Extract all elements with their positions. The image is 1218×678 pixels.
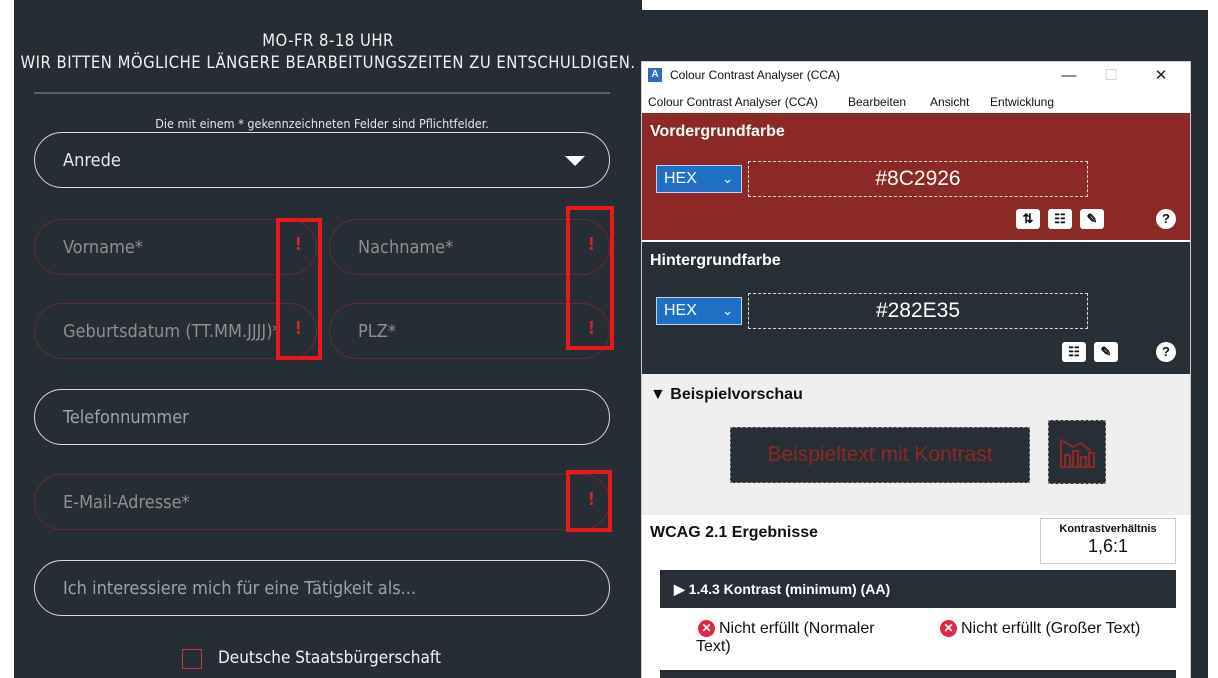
maximize-button[interactable]: ☐: [1096, 65, 1126, 87]
contrast-ratio-value: 1,6:1: [1087, 536, 1129, 556]
salutation-select[interactable]: Anrede: [34, 132, 610, 188]
swap-icon: ⇅: [1022, 211, 1034, 226]
divider: [34, 92, 610, 94]
foreground-title: Vordergrundfarbe: [650, 123, 785, 140]
fail-large-text: ✕ Nicht erfüllt (Großer Text): [940, 620, 1140, 638]
sample-chart-icon: [1048, 420, 1106, 484]
chevron-down-icon: ⌄: [722, 171, 733, 186]
menu-view[interactable]: Ansicht: [930, 95, 969, 109]
window-title: Colour Contrast Analyser (CCA): [670, 68, 841, 82]
birthdate-placeholder: Geburtsdatum (TT.MM.JJJJ)*: [63, 320, 281, 342]
menu-app[interactable]: Colour Contrast Analyser (CCA): [648, 95, 818, 109]
foreground-format-select[interactable]: HEX ⌄: [656, 165, 742, 193]
cca-window: A Colour Contrast Analyser (CCA) — ☐ ✕ C…: [642, 62, 1190, 678]
minimize-button[interactable]: —: [1054, 65, 1084, 87]
background-format-value: HEX: [664, 302, 697, 319]
email-field[interactable]: E-Mail-Adresse* !: [34, 474, 610, 530]
eyedropper-icon: ✎: [1100, 344, 1112, 359]
background-eyedropper-button[interactable]: ✎: [1094, 342, 1118, 362]
fail-icon: ✕: [940, 620, 957, 637]
chevron-down-icon: ⌄: [722, 303, 733, 318]
menu-development[interactable]: Entwicklung: [990, 95, 1054, 109]
preview-toggle[interactable]: ▼ Beispielvorschau: [650, 386, 803, 404]
mandatory-fields-note: Die mit einem * gekennzeichneten Felder …: [155, 116, 489, 131]
fail-icon: ✕: [698, 620, 715, 637]
sample-text-preview: Beispieltext mit Kontrast: [730, 427, 1030, 483]
birthdate-field[interactable]: Geburtsdatum (TT.MM.JJJJ)* !: [34, 303, 317, 359]
error-highlight-box: [566, 206, 614, 350]
sliders-icon: ☷: [1068, 344, 1080, 359]
opening-hours: MO-FR 8-18 UHR: [262, 31, 394, 50]
help-icon: ?: [1162, 344, 1170, 359]
background-format-select[interactable]: HEX ⌄: [656, 297, 742, 325]
swap-colors-button[interactable]: ⇅: [1016, 209, 1040, 229]
salutation-select-value: Anrede: [63, 149, 121, 171]
first-name-placeholder: Vorname*: [63, 236, 143, 258]
foreground-format-value: HEX: [664, 170, 697, 187]
close-button[interactable]: ✕: [1146, 65, 1176, 87]
background-title: Hintergrundfarbe: [650, 252, 781, 269]
sliders-icon: ☷: [1054, 211, 1066, 226]
background-section: Hintergrundfarbe HEX ⌄ #282E35 ☷ ✎ ?: [642, 242, 1190, 374]
menu-edit[interactable]: Bearbeiten: [848, 95, 906, 109]
phone-placeholder: Telefonnummer: [63, 406, 189, 428]
foreground-color-input[interactable]: #8C2926: [748, 161, 1088, 197]
zip-placeholder: PLZ*: [358, 320, 396, 342]
caret-down-icon: [565, 156, 585, 166]
results-title: WCAG 2.1 Ergebnisse: [650, 524, 819, 541]
background-sliders-button[interactable]: ☷: [1062, 342, 1086, 362]
contrast-ratio-box: Kontrastverhältnis 1,6:1: [1040, 518, 1176, 564]
next-criterion-bar[interactable]: [660, 670, 1176, 678]
help-icon: ?: [1162, 211, 1170, 226]
foreground-sliders-button[interactable]: ☷: [1048, 209, 1072, 229]
background-color-input[interactable]: #282E35: [748, 293, 1088, 329]
foreground-section: Vordergrundfarbe HEX ⌄ #8C2926 ⇅ ☷ ✎ ?: [642, 113, 1190, 240]
phone-field[interactable]: Telefonnummer: [34, 389, 610, 445]
citizenship-label: Deutsche Staatsbürgerschaft: [218, 648, 441, 668]
fail-normal-line2: Text): [696, 638, 731, 655]
criterion-1-4-3-toggle[interactable]: ▶ 1.4.3 Kontrast (minimum) (AA): [660, 570, 1176, 608]
last-name-placeholder: Nachname*: [358, 236, 454, 258]
email-placeholder: E-Mail-Adresse*: [63, 491, 190, 513]
interest-field[interactable]: Ich interessiere mich für eine Tätigkeit…: [34, 560, 610, 616]
citizenship-checkbox[interactable]: [182, 649, 202, 669]
error-highlight-box: [566, 470, 612, 532]
title-bar: A Colour Contrast Analyser (CCA) — ☐ ✕: [642, 62, 1190, 90]
fail-normal-text: ✕ Nicht erfüllt (Normaler Text): [696, 620, 875, 656]
foreground-help-button[interactable]: ?: [1156, 209, 1176, 229]
opening-hours-notice: MO-FR 8-18 UHR WIR BITTEN MÖGLICHE LÄNGE…: [14, 30, 642, 74]
cca-app-icon: A: [648, 68, 662, 82]
interest-placeholder: Ich interessiere mich für eine Tätigkeit…: [63, 577, 417, 599]
foreground-eyedropper-button[interactable]: ✎: [1080, 209, 1104, 229]
preview-section: ▼ Beispielvorschau Beispieltext mit Kont…: [642, 374, 1190, 515]
error-highlight-box: [276, 218, 322, 360]
fail-large-label: Nicht erfüllt (Großer Text): [961, 620, 1141, 637]
fail-normal-line1: Nicht erfüllt (Normaler: [719, 620, 875, 637]
background-help-button[interactable]: ?: [1156, 342, 1176, 362]
contrast-ratio-label: Kontrastverhältnis: [1059, 523, 1157, 535]
first-name-field[interactable]: Vorname* !: [34, 219, 317, 275]
processing-time-apology: WIR BITTEN MÖGLICHE LÄNGERE BEARBEITUNGS…: [20, 53, 636, 72]
menu-bar: Colour Contrast Analyser (CCA) Bearbeite…: [642, 92, 1190, 112]
eyedropper-icon: ✎: [1086, 211, 1098, 226]
